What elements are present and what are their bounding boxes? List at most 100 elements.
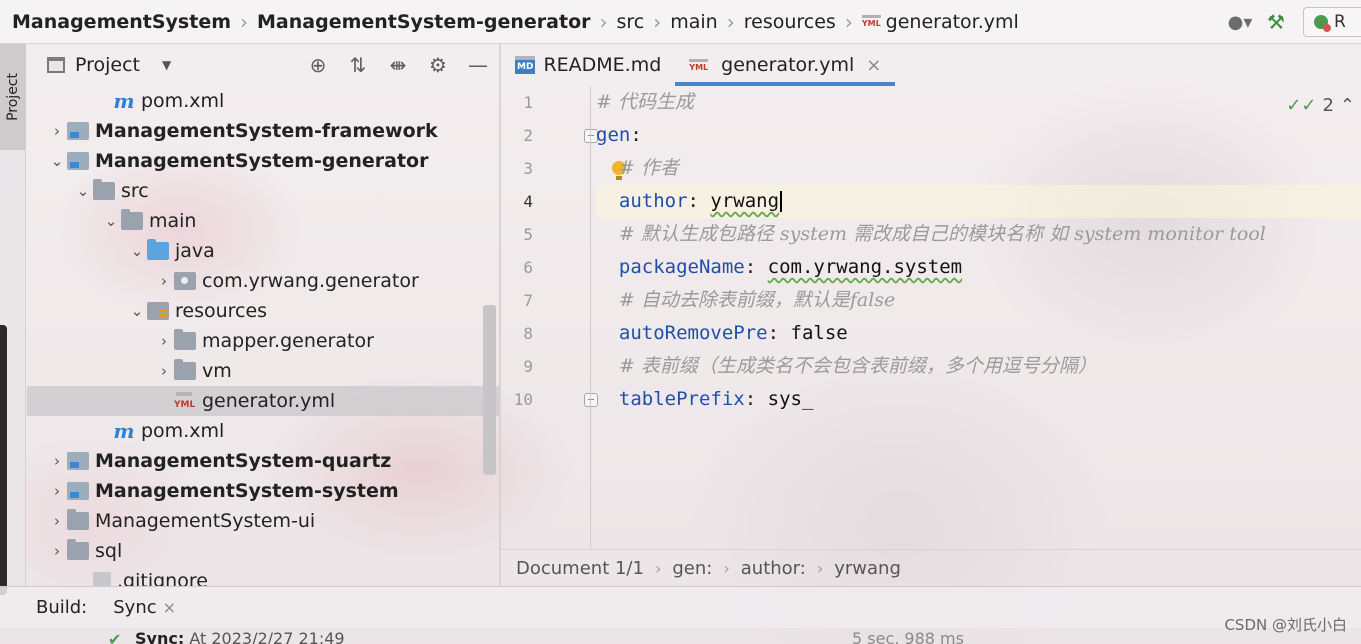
- tree-row[interactable]: ⌄ main: [27, 206, 499, 236]
- folder-icon: [67, 509, 89, 530]
- chevron-down-icon[interactable]: ▼: [162, 58, 171, 72]
- code-line[interactable]: tablePrefix: sys_: [596, 383, 1361, 416]
- tree-row[interactable]: ⌄ src: [27, 176, 499, 206]
- tree-row[interactable]: m pom.xml: [27, 86, 499, 116]
- code-line[interactable]: gen:: [596, 119, 1361, 152]
- locate-file-icon[interactable]: ⊕: [307, 53, 329, 77]
- breadcrumb-file[interactable]: generator.yml: [886, 11, 1019, 33]
- tree-row[interactable]: ⌄ java: [27, 236, 499, 266]
- tree-item-label: com.yrwang.generator: [202, 270, 419, 292]
- module-icon: [67, 152, 89, 170]
- tree-row[interactable]: › ManagementSystem-ui: [27, 506, 499, 536]
- project-tool-window-tab[interactable]: Project: [0, 44, 26, 150]
- sync-status-time: At 2023/2/27 21:49: [184, 629, 345, 644]
- tree-row[interactable]: › ManagementSystem-framework: [27, 116, 499, 146]
- project-panel-title[interactable]: Project: [75, 54, 140, 76]
- tab-label: README.md: [543, 54, 662, 76]
- code-line[interactable]: # 作者: [596, 152, 1361, 185]
- code-line[interactable]: author: yrwang: [596, 185, 1361, 218]
- tree-row[interactable]: › com.yrwang.generator: [27, 266, 499, 296]
- gear-icon[interactable]: ⚙: [427, 53, 449, 77]
- code-line[interactable]: # 默认生成包路径 system 需改成自己的模块名称 如 system mon…: [596, 218, 1361, 251]
- breadcrumb-value[interactable]: yrwang: [834, 558, 901, 579]
- chevron-down-icon[interactable]: ⌄: [73, 182, 93, 200]
- breadcrumb-resources[interactable]: resources: [744, 11, 836, 33]
- breadcrumb-project[interactable]: ManagementSystem: [12, 11, 231, 33]
- chevron-right-icon: ›: [723, 559, 730, 578]
- folder-icon: [121, 209, 143, 230]
- chevron-down-icon[interactable]: ⌄: [127, 242, 147, 260]
- tree-row[interactable]: › ManagementSystem-quartz: [27, 446, 499, 476]
- user-account-icon[interactable]: ●▾: [1221, 12, 1259, 33]
- code-comment: # 表前缀（生成类名不会包含表前缀，多个用逗号分隔）: [618, 355, 1097, 377]
- chevron-down-icon[interactable]: ⌄: [127, 302, 147, 320]
- chevron-right-icon[interactable]: ›: [47, 542, 67, 560]
- chevron-up-icon[interactable]: ⌃: [1340, 95, 1355, 116]
- run-configuration-button[interactable]: R: [1303, 7, 1361, 37]
- expand-all-icon[interactable]: ⇅: [347, 53, 369, 77]
- line-number: 4: [523, 192, 533, 211]
- code-editor[interactable]: # 代码生成 gen: # 作者 author: yrwang # 默认生成包路径…: [596, 86, 1361, 548]
- chevron-right-icon[interactable]: ›: [154, 272, 174, 290]
- chevron-down-icon[interactable]: ⌄: [101, 212, 121, 230]
- tree-row[interactable]: › ManagementSystem-system: [27, 476, 499, 506]
- tab-readme[interactable]: MD README.md: [501, 44, 675, 86]
- build-sync-row[interactable]: ✔ Sync: At 2023/2/27 21:49 5 sec, 988 ms: [0, 628, 1361, 644]
- yaml-key: tablePrefix: [618, 388, 745, 410]
- yml-badge-text: YML: [174, 400, 196, 410]
- code-line[interactable]: # 表前缀（生成类名不会包含表前缀，多个用逗号分隔）: [596, 350, 1361, 383]
- breadcrumb-main[interactable]: main: [670, 11, 717, 33]
- collapse-all-icon[interactable]: ⇼: [387, 53, 409, 77]
- code-line[interactable]: autoRemovePre: false: [596, 317, 1361, 350]
- tab-sync[interactable]: Sync ×: [113, 597, 176, 618]
- tab-generator-yml[interactable]: YML generator.yml ×: [675, 44, 896, 86]
- inspection-widget[interactable]: ✓✓ 2 ⌃: [1286, 95, 1355, 116]
- chevron-right-icon: ›: [240, 9, 249, 34]
- tree-row[interactable]: ⌄ resources: [27, 296, 499, 326]
- chevron-right-icon[interactable]: ›: [154, 332, 174, 350]
- project-panel-tools: ⊕ ⇅ ⇼ ⚙ —: [307, 44, 489, 86]
- code-line[interactable]: packageName: com.yrwang.system: [596, 251, 1361, 284]
- tree-item-label: generator.yml: [202, 390, 336, 412]
- file-icon: [93, 572, 111, 586]
- chevron-right-icon[interactable]: ›: [47, 452, 67, 470]
- tree-row[interactable]: › mapper.generator: [27, 326, 499, 356]
- chevron-right-icon[interactable]: ›: [154, 362, 174, 380]
- chevron-down-icon[interactable]: ⌄: [47, 152, 67, 170]
- breadcrumb-author[interactable]: author:: [741, 558, 806, 579]
- code-line[interactable]: # 自动去除表前缀，默认是false: [596, 284, 1361, 317]
- yaml-value: sys_: [767, 388, 814, 410]
- code-comment: # 自动去除表前缀，默认是false: [618, 289, 896, 311]
- tree-row[interactable]: › vm: [27, 356, 499, 386]
- tree-row[interactable]: m pom.xml: [27, 416, 499, 446]
- hide-panel-icon[interactable]: —: [467, 53, 489, 77]
- tree-row[interactable]: YML generator.yml: [27, 386, 499, 416]
- breadcrumb-src[interactable]: src: [617, 11, 645, 33]
- side-handle: [0, 325, 7, 595]
- tree-row[interactable]: › sql: [27, 536, 499, 566]
- project-tree-scrollbar[interactable]: [483, 305, 496, 475]
- tree-row[interactable]: .gitignore: [27, 566, 499, 586]
- breadcrumb-gen[interactable]: gen:: [672, 558, 712, 579]
- chevron-right-icon: ›: [653, 9, 662, 34]
- navigation-bar: ManagementSystem › ManagementSystem-gene…: [0, 0, 1361, 44]
- chevron-right-icon[interactable]: ›: [47, 512, 67, 530]
- code-line[interactable]: # 代码生成: [596, 86, 1361, 119]
- chevron-right-icon: ›: [844, 9, 853, 34]
- tree-item-label: resources: [175, 300, 268, 322]
- close-icon[interactable]: ×: [163, 598, 176, 617]
- module-icon: [67, 482, 89, 500]
- tree-item-label: .gitignore: [117, 570, 208, 586]
- line-number: 2: [523, 126, 533, 145]
- tree-item-label: sql: [95, 540, 123, 562]
- close-icon[interactable]: ×: [866, 55, 881, 76]
- main-toolbar: ●▾ ⚒ R: [1221, 0, 1361, 44]
- chevron-right-icon[interactable]: ›: [47, 482, 67, 500]
- chevron-right-icon[interactable]: ›: [47, 122, 67, 140]
- breadcrumb-document[interactable]: Document 1/1: [516, 558, 644, 579]
- breadcrumb-module[interactable]: ManagementSystem-generator: [257, 11, 590, 33]
- tree-row[interactable]: ⌄ ManagementSystem-generator: [27, 146, 499, 176]
- yaml-value: yrwang: [710, 190, 780, 212]
- resources-icon: [147, 302, 169, 320]
- build-hammer-icon[interactable]: ⚒: [1259, 10, 1293, 34]
